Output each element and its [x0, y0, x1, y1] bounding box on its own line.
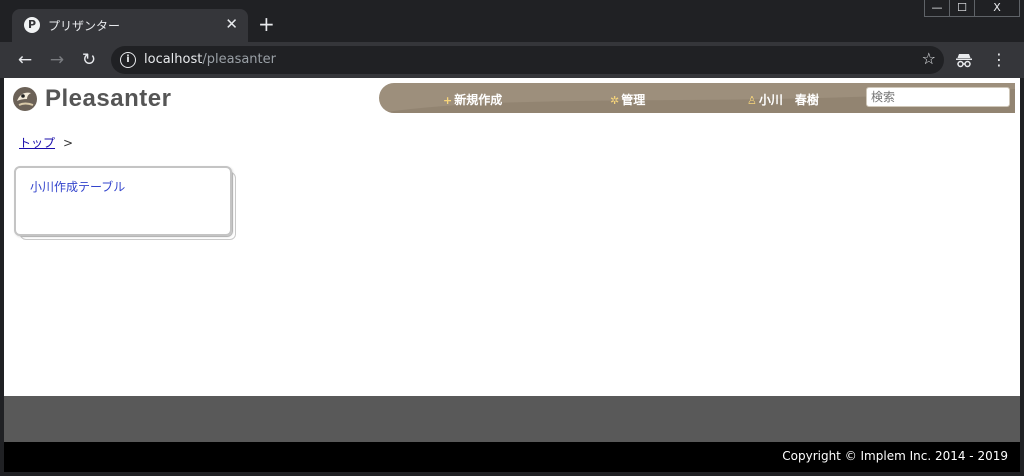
site-info-icon[interactable]: i: [120, 52, 136, 68]
plus-icon: +: [443, 94, 453, 107]
bookmark-star-icon[interactable]: ☆: [922, 49, 936, 68]
copyright-text: Copyright © Implem Inc. 2014 - 2019: [782, 449, 1008, 463]
page-content: Pleasanter +新規作成 ✲管理 ♙小川 春樹 トップ > 小川作成テーブ…: [4, 78, 1020, 472]
gear-icon: ✲: [610, 94, 620, 107]
new-tab-button[interactable]: +: [258, 13, 275, 35]
search-input[interactable]: [866, 87, 1010, 107]
forward-button[interactable]: →: [45, 48, 69, 72]
app-logo[interactable]: Pleasanter: [11, 84, 171, 114]
copyright-bar: Copyright © Implem Inc. 2014 - 2019: [4, 442, 1020, 472]
window-controls: — ☐ X: [924, 0, 1020, 18]
url-host: localhost: [144, 52, 203, 67]
footer: Copyright © Implem Inc. 2014 - 2019: [4, 396, 1020, 472]
admin-link[interactable]: ✲ 管理: [610, 91, 645, 108]
address-bar[interactable]: i localhost/pleasanter ☆: [111, 46, 944, 74]
site-card[interactable]: 小川作成テーブル: [14, 166, 232, 236]
maximize-button[interactable]: ☐: [949, 0, 975, 17]
user-menu-link[interactable]: ♙ 小川 春樹: [747, 91, 819, 108]
close-tab-icon[interactable]: ✕: [225, 15, 238, 33]
logo-text: Pleasanter: [45, 85, 172, 112]
tab-pleasanter[interactable]: P プリザンター ✕: [12, 9, 248, 42]
new-item-link[interactable]: + 新規作成: [443, 91, 502, 108]
reload-button[interactable]: ↻: [77, 48, 101, 72]
tab-strip: P プリザンター ✕ + — ☐ X: [0, 0, 1024, 42]
app-navbar: + 新規作成 ✲ 管理 ♙ 小川 春樹: [379, 83, 1015, 113]
browser-menu-icon[interactable]: ⋮: [989, 48, 1009, 72]
tab-title: プリザンター: [48, 19, 121, 33]
back-button[interactable]: ←: [13, 48, 37, 72]
url-text: localhost/pleasanter: [144, 52, 276, 67]
minimize-button[interactable]: —: [924, 0, 950, 17]
site-card-title[interactable]: 小川作成テーブル: [30, 178, 125, 195]
favicon-icon: P: [24, 17, 40, 33]
site-card-stack[interactable]: 小川作成テーブル: [14, 166, 236, 241]
browser-toolbar: ← → ↻ i localhost/pleasanter ☆ ⋮: [0, 42, 1024, 78]
url-path: /pleasanter: [202, 52, 276, 67]
close-window-button[interactable]: X: [974, 0, 1020, 17]
breadcrumb: トップ >: [19, 134, 73, 151]
breadcrumb-separator: >: [63, 136, 74, 150]
incognito-icon[interactable]: [955, 48, 973, 72]
breadcrumb-top-link[interactable]: トップ: [19, 136, 55, 150]
browser-window: P プリザンター ✕ + — ☐ X ← → ↻ i localhost/ple…: [0, 0, 1024, 476]
user-icon: ♙: [747, 94, 757, 107]
logo-bird-icon: [13, 87, 37, 111]
